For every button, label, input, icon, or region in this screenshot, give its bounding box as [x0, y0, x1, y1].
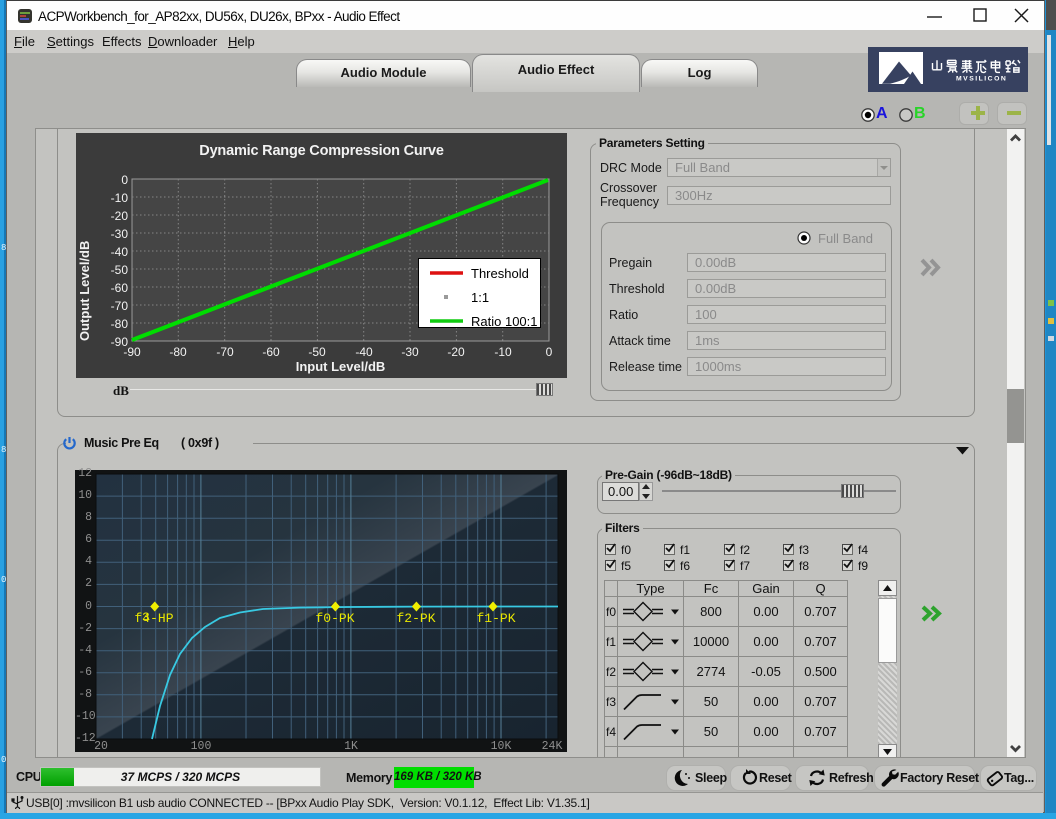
svg-text:MVSILICON: MVSILICON	[956, 76, 1007, 83]
